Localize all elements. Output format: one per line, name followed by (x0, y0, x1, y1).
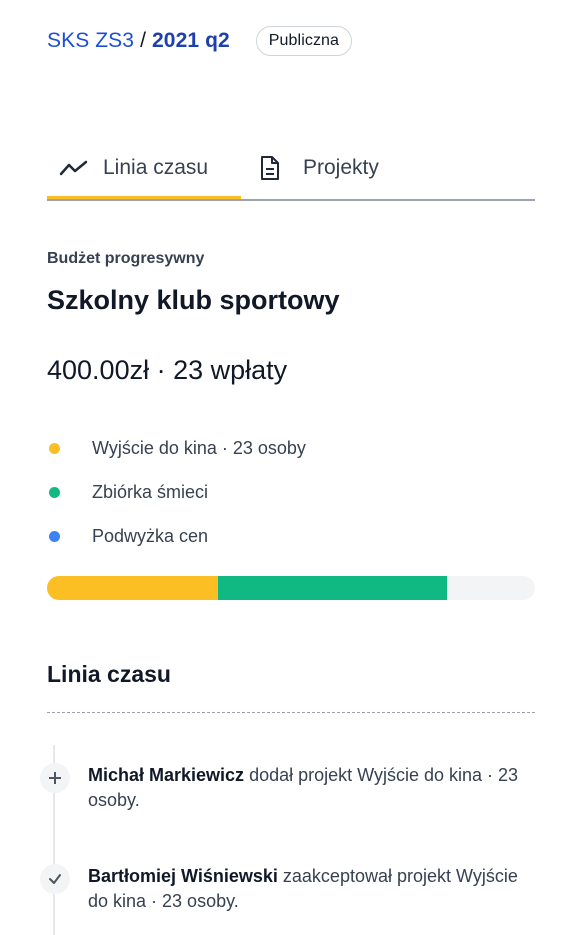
legend-item: Podwyżka cen (47, 514, 306, 558)
breadcrumb-parent-link[interactable]: SKS ZS3 (47, 29, 134, 53)
visibility-badge: Publiczna (255, 26, 353, 56)
tab-projects-label: Projekty (303, 155, 379, 179)
plus-icon (40, 763, 70, 793)
budget-title: Szkolny klub sportowy (47, 285, 340, 315)
breadcrumb-current-link[interactable]: 2021 q2 (152, 29, 230, 53)
progress-segment-cleanup (217, 576, 448, 600)
legend-dot-yellow (49, 442, 60, 454)
budget-legend: Wyjście do kina · 23 osoby Zbiórka śmiec… (47, 426, 306, 558)
budget-progress-bar (47, 576, 535, 600)
breadcrumb-separator: / (140, 29, 147, 52)
budget-type: Budżet progresywny (47, 250, 205, 267)
progress-segment-cinema (47, 576, 218, 600)
timeline-actor[interactable]: Michał Markiewicz (88, 765, 244, 785)
check-icon (40, 864, 70, 894)
breadcrumb: SKS ZS3 / 2021 q2 Publiczna (47, 24, 353, 58)
budget-amount: 400.00zł · 23 wpłaty (47, 355, 288, 385)
timeline-entry-text: Michał Markiewicz dodał projekt Wyjście … (88, 763, 536, 813)
timeline-heading: Linia czasu (47, 661, 171, 687)
legend-item: Zbiórka śmieci (47, 470, 306, 514)
tab-timeline[interactable]: Linia czasu (47, 138, 241, 199)
tab-timeline-label: Linia czasu (103, 155, 209, 179)
legend-label: Podwyżka cen (92, 525, 209, 546)
legend-dot-blue (49, 530, 60, 542)
legend-item: Wyjście do kina · 23 osoby (47, 426, 306, 470)
document-icon (259, 155, 289, 180)
legend-label: Wyjście do kina · 23 osoby (92, 437, 306, 458)
legend-dot-green (49, 486, 60, 498)
page: SKS ZS3 / 2021 q2 Publiczna Linia czasu (0, 0, 579, 935)
legend-label: Zbiórka śmieci (92, 481, 209, 502)
timeline-divider (47, 712, 535, 713)
timeline-entry-text: Bartłomiej Wiśniewski zaakceptował proje… (88, 864, 536, 914)
tab-bar: Linia czasu Projekty (47, 138, 535, 201)
timeline-actor[interactable]: Bartłomiej Wiśniewski (88, 866, 278, 886)
trend-line-icon (59, 156, 89, 180)
tab-projects[interactable]: Projekty (241, 138, 379, 197)
